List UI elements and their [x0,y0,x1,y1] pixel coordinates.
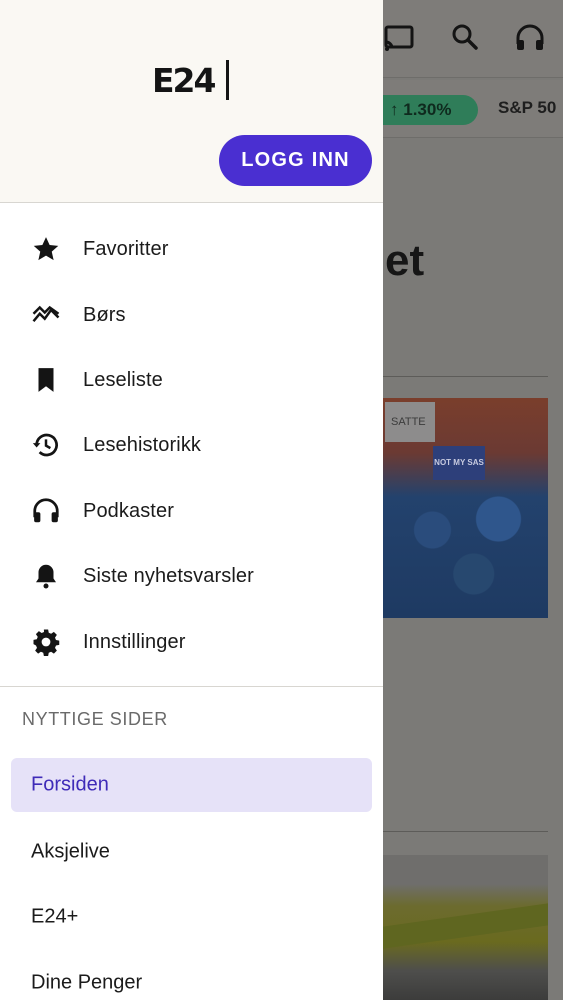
menu-item-leseliste[interactable]: Leseliste [0,348,383,412]
logo-bar [226,60,229,100]
headphones-icon [31,496,61,526]
background-divider [383,376,548,377]
section-divider [0,686,383,687]
background-photo-airplane [383,855,548,1000]
menu-item-lesehistorikk[interactable]: Lesehistorikk [0,413,383,477]
photo-airplane-wing [383,903,548,949]
menu-item-favoritter[interactable]: Favoritter [0,217,383,281]
search-icon [449,22,481,54]
link-forsiden[interactable]: Forsiden [11,758,372,812]
menu-item-label: Favoritter [83,237,169,260]
link-label: Forsiden [31,773,109,796]
star-icon [31,234,61,264]
menu-item-siste-nyhetsvarsler[interactable]: Siste nyhetsvarsler [0,544,383,608]
headphones-icon [514,22,546,54]
menu-item-label: Leseliste [83,368,163,391]
photo-sign: SATTE [385,402,435,442]
link-label: Aksjelive [31,840,110,863]
menu-item-bors[interactable]: Børs [0,283,383,347]
menu-item-innstillinger[interactable]: Innstillinger [0,610,383,674]
menu-item-label: Lesehistorikk [83,433,202,456]
link-dine-penger[interactable]: Dine Penger [11,956,372,1000]
login-button[interactable]: LOGG INN [219,135,372,186]
menu-item-label: Innstillinger [83,630,186,653]
bell-icon [31,561,61,591]
background-divider [383,831,548,832]
arrow-up-icon: ↑ [390,100,399,119]
bookmark-icon [31,365,61,395]
link-label: Dine Penger [31,971,143,994]
background-headline: et [385,236,425,285]
photo-sign: NOT MY SAS [433,446,485,480]
gear-icon [31,627,61,657]
link-aksjelive[interactable]: Aksjelive [11,825,372,879]
history-icon [31,430,61,460]
section-title: NYTTIGE SIDER [22,709,168,729]
navigation-drawer: E24 LOGG INN Favoritter Børs Leseliste L… [0,0,383,1000]
stock-chart-icon [31,300,61,330]
background-photo-protest: SATTE NOT MY SAS [383,398,548,618]
menu-item-podkaster[interactable]: Podkaster [0,479,383,543]
e24-logo: E24 [152,61,216,100]
cast-icon [383,22,415,54]
link-label: E24+ [31,905,79,928]
drawer-header: E24 LOGG INN [0,0,383,203]
ticker-index: S&P 50 [498,98,557,117]
menu-item-label: Podkaster [83,499,174,522]
ticker-change-pill: ↑ 1.30% [368,95,478,125]
menu-item-label: Siste nyhetsvarsler [83,564,254,587]
link-e24-plus[interactable]: E24+ [11,890,372,944]
menu-item-label: Børs [83,303,126,326]
